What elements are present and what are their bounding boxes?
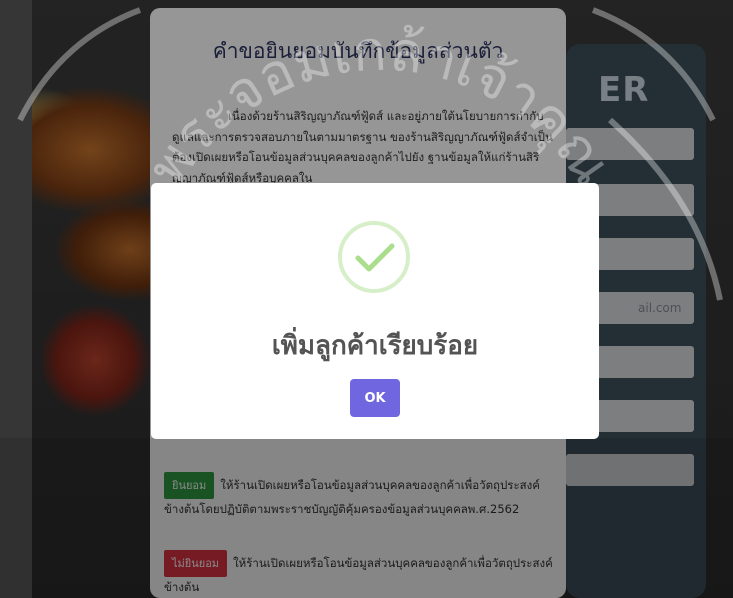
dialog-title: เพิ่มลูกค้าเรียบร้อย bbox=[271, 331, 479, 361]
success-check-icon bbox=[338, 221, 410, 293]
success-dialog: เพิ่มลูกค้าเรียบร้อย OK bbox=[151, 183, 599, 439]
overlay-lower-band bbox=[0, 438, 733, 598]
ok-button[interactable]: OK bbox=[350, 379, 400, 417]
